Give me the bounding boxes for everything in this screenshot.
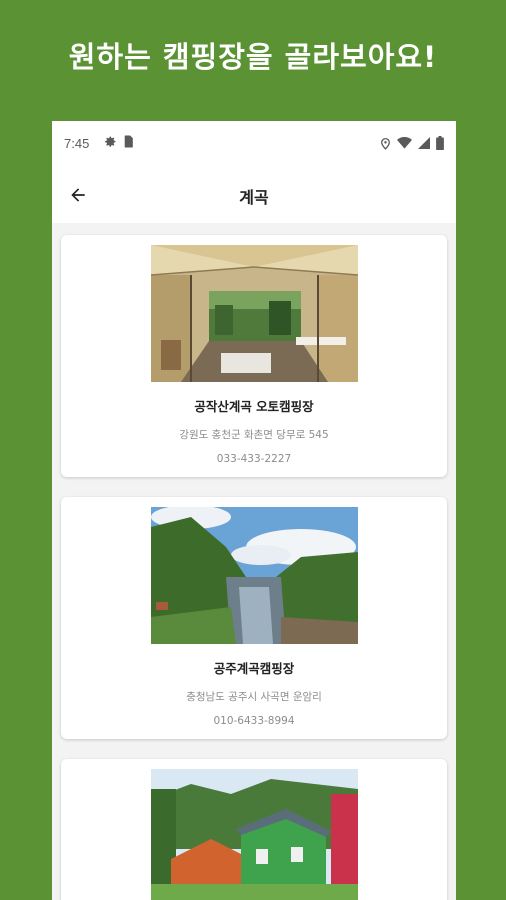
campsite-phone: 033-433-2227	[216, 453, 292, 465]
signal-icon	[418, 137, 430, 149]
campsite-card[interactable]: 공주계곡캠핑장 충청남도 공주시 사곡면 운암리 010-6433-8994	[61, 497, 447, 739]
sim-card-icon	[124, 135, 133, 148]
promo-headline: 원하는 캠핑장을 골라보아요!	[68, 40, 438, 74]
campsite-list: 공작산계곡 오토캠핑장 강원도 홍천군 화촌면 당무로 545 033-433-…	[52, 223, 456, 900]
campsite-address: 강원도 홍천군 화촌면 당무로 545	[179, 429, 329, 441]
battery-icon	[436, 136, 444, 150]
status-bar: 7:45	[52, 121, 456, 167]
campsite-photo	[150, 507, 358, 644]
campsite-photo	[150, 769, 358, 900]
app-bar: 계곡	[52, 167, 456, 223]
location-icon	[381, 137, 390, 150]
campsite-card[interactable]: 공작산계곡 오토캠핑장 강원도 홍천군 화촌면 당무로 545 033-433-…	[61, 235, 447, 477]
campsite-card[interactable]	[61, 759, 447, 900]
wifi-icon	[397, 137, 412, 149]
status-time: 7:45	[64, 136, 90, 151]
gear-icon	[105, 136, 116, 147]
phone-screen: 7:45 계곡 공작산계곡 오토캠핑장 강원도 홍천군 화촌면 당무로 545 …	[52, 121, 456, 900]
campsite-name: 공작산계곡 오토캠핑장	[194, 399, 314, 414]
campsite-phone: 010-6433-8994	[213, 715, 295, 727]
page-title: 계곡	[239, 188, 269, 207]
campsite-photo	[150, 245, 358, 382]
campsite-name: 공주계곡캠핑장	[213, 661, 295, 676]
campsite-address: 충청남도 공주시 사곡면 운암리	[186, 691, 322, 703]
